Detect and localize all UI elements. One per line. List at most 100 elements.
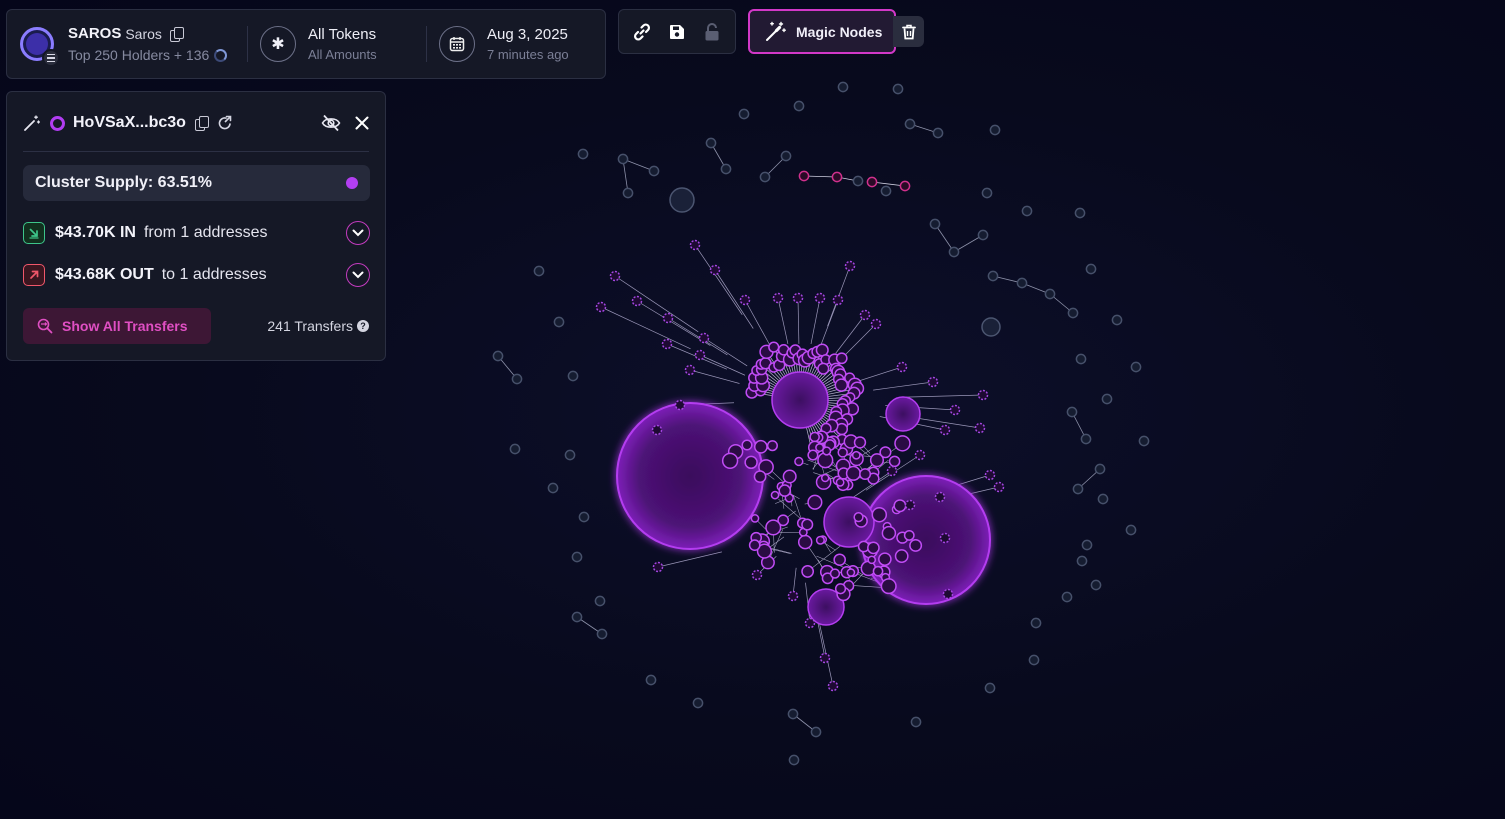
holder-node[interactable] <box>893 499 907 513</box>
holder-node[interactable] <box>807 494 823 510</box>
holder-node-outer[interactable] <box>651 424 663 436</box>
holder-node[interactable] <box>807 449 819 461</box>
isolated-holder-node[interactable] <box>788 754 800 766</box>
isolated-holder-node[interactable] <box>892 83 904 95</box>
holder-node-outer[interactable] <box>595 301 607 313</box>
isolated-holder-node[interactable] <box>692 697 704 709</box>
holder-node[interactable] <box>741 439 753 451</box>
holder-node[interactable] <box>853 436 867 449</box>
holder-node[interactable] <box>867 541 880 555</box>
holder-node-outer[interactable] <box>652 561 664 573</box>
isolated-holder-node[interactable] <box>1044 288 1056 300</box>
date-filter[interactable]: Aug 3, 2025 7 minutes ago <box>427 10 569 78</box>
holder-node[interactable] <box>801 518 814 531</box>
isolated-holder-node[interactable] <box>1090 579 1102 591</box>
holder-node[interactable] <box>835 352 848 365</box>
holder-node-outer[interactable] <box>942 588 954 600</box>
holder-node[interactable] <box>753 439 768 454</box>
token-section[interactable]: SAROS Saros Top 250 Holders + 136 <box>7 10 247 78</box>
isolated-holder-node[interactable] <box>578 511 590 523</box>
copy-icon[interactable] <box>194 116 209 131</box>
holder-node-outer[interactable] <box>792 292 804 304</box>
holder-node[interactable] <box>888 455 901 468</box>
holder-node[interactable] <box>782 469 797 484</box>
isolated-holder-node[interactable] <box>567 370 579 382</box>
isolated-holder-node[interactable] <box>492 350 504 362</box>
holder-node-outer[interactable] <box>984 469 996 481</box>
holder-node[interactable] <box>837 447 848 458</box>
holder-node[interactable] <box>878 552 892 566</box>
magic-wand-icon[interactable] <box>23 114 40 132</box>
isolated-holder-node[interactable] <box>904 118 916 130</box>
holder-node-outer[interactable] <box>694 349 706 361</box>
holder-node[interactable] <box>869 453 885 468</box>
holder-node-outer[interactable] <box>787 590 799 602</box>
isolated-holder-node[interactable] <box>852 175 864 187</box>
help-icon[interactable]: ? <box>357 320 369 332</box>
isolated-holder-node[interactable] <box>987 270 999 282</box>
holder-node-outer[interactable] <box>896 361 908 373</box>
holder-node-outer[interactable] <box>904 499 916 511</box>
holder-node[interactable] <box>851 450 861 460</box>
holder-node[interactable] <box>853 512 864 523</box>
isolated-holder-node[interactable] <box>1074 207 1086 219</box>
isolated-holder-node[interactable] <box>984 682 996 694</box>
holder-node[interactable] <box>778 484 792 497</box>
isolated-holder-node[interactable] <box>977 229 989 241</box>
holder-node[interactable] <box>753 470 767 484</box>
isolated-holder-node[interactable] <box>1067 307 1079 319</box>
holder-node-outer[interactable] <box>939 424 951 436</box>
highlighted-holder-node[interactable] <box>798 170 810 182</box>
holder-node[interactable] <box>822 446 832 456</box>
isolated-holder-node[interactable] <box>511 373 523 385</box>
holder-node[interactable] <box>748 539 761 552</box>
holder-node[interactable] <box>809 431 820 443</box>
isolated-holder-node[interactable] <box>705 137 717 149</box>
holder-bubble-large[interactable] <box>616 402 764 550</box>
save-button[interactable] <box>663 18 691 46</box>
holder-node[interactable] <box>815 535 825 545</box>
holder-node-outer[interactable] <box>974 422 986 434</box>
isolated-holder-node[interactable] <box>564 449 576 461</box>
holder-bubble-isolated[interactable] <box>981 317 1001 337</box>
isolated-holder-node[interactable] <box>1028 654 1040 666</box>
holder-node[interactable] <box>845 465 861 481</box>
holder-node[interactable] <box>867 555 877 565</box>
holder-node-outer[interactable] <box>939 532 951 544</box>
holder-node[interactable] <box>820 473 830 483</box>
isolated-holder-node[interactable] <box>617 153 629 165</box>
holder-node-outer[interactable] <box>934 491 946 503</box>
isolated-holder-node[interactable] <box>1125 524 1137 536</box>
isolated-holder-node[interactable] <box>1094 463 1106 475</box>
holder-node-outer[interactable] <box>662 312 674 324</box>
holder-node-outer[interactable] <box>814 292 826 304</box>
holder-node-outer[interactable] <box>609 270 621 282</box>
holder-node[interactable] <box>766 440 778 452</box>
isolated-holder-node[interactable] <box>553 316 565 328</box>
isolated-holder-node[interactable] <box>989 124 1001 136</box>
holder-node-outer[interactable] <box>689 239 701 251</box>
holder-node-outer[interactable] <box>631 295 643 307</box>
expand-outflow-button[interactable] <box>346 263 370 287</box>
highlighted-holder-node[interactable] <box>831 171 843 183</box>
holder-node[interactable] <box>894 435 911 452</box>
isolated-holder-node[interactable] <box>738 108 750 120</box>
isolated-holder-node[interactable] <box>793 100 805 112</box>
isolated-holder-node[interactable] <box>929 218 941 230</box>
isolated-holder-node[interactable] <box>1085 263 1097 275</box>
holder-node[interactable] <box>817 362 830 375</box>
holder-node[interactable] <box>881 525 897 541</box>
delete-button[interactable] <box>893 16 924 47</box>
magic-nodes-button[interactable]: Magic Nodes <box>748 9 896 54</box>
holder-bubble-isolated[interactable] <box>669 187 695 213</box>
expand-inflow-button[interactable] <box>346 221 370 245</box>
isolated-holder-node[interactable] <box>1080 433 1092 445</box>
isolated-holder-node[interactable] <box>1072 483 1084 495</box>
isolated-holder-node[interactable] <box>1076 555 1088 567</box>
isolated-holder-node[interactable] <box>1021 205 1033 217</box>
isolated-holder-node[interactable] <box>648 165 660 177</box>
isolated-holder-node[interactable] <box>547 482 559 494</box>
refresh-icon[interactable] <box>217 115 233 131</box>
isolated-holder-node[interactable] <box>1097 493 1109 505</box>
holder-node-outer[interactable] <box>772 292 784 304</box>
